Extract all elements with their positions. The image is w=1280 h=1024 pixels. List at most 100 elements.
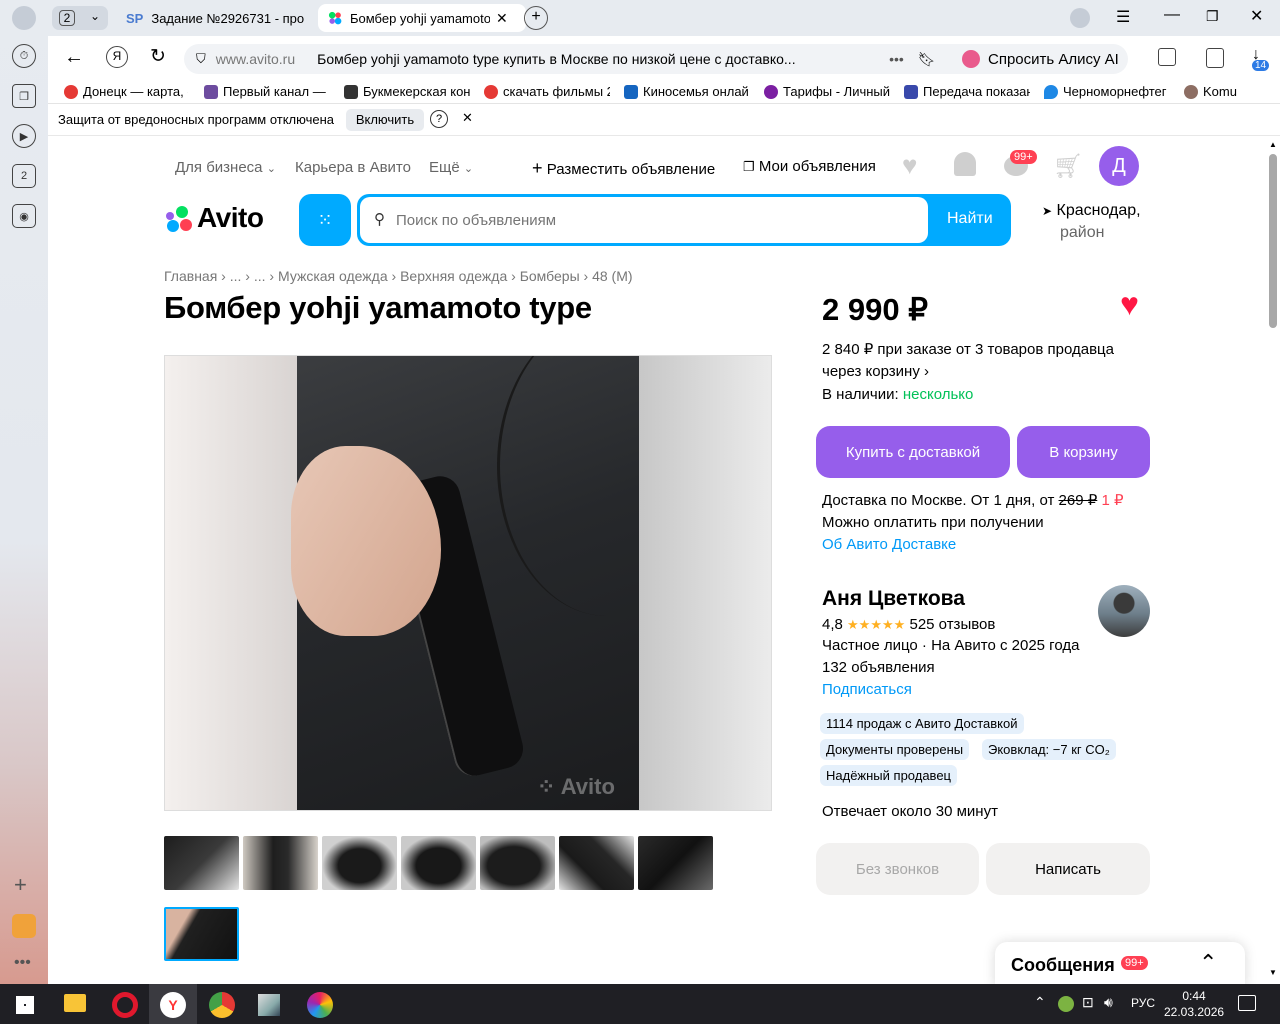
tray-chevron-icon[interactable]: ⌃ bbox=[1034, 994, 1046, 1011]
main-photo[interactable]: ⁘ Avito bbox=[164, 355, 772, 811]
my-ads-link[interactable]: ❐ Мои объявления bbox=[743, 158, 876, 175]
page-scrollbar[interactable]: ▲ ▼ bbox=[1266, 136, 1280, 984]
photo-thumbnail[interactable] bbox=[243, 836, 318, 890]
extensions-icon[interactable] bbox=[1158, 48, 1176, 66]
language-indicator[interactable]: РУС bbox=[1131, 996, 1155, 1010]
breadcrumb-item[interactable]: Главная bbox=[164, 268, 217, 284]
new-tab-icon[interactable]: + bbox=[524, 6, 548, 30]
close-window-icon[interactable]: ✕ bbox=[1250, 6, 1263, 26]
tabs-count-icon[interactable]: 2 bbox=[12, 164, 36, 188]
photo-thumbnail[interactable] bbox=[638, 836, 713, 890]
notifications-icon[interactable] bbox=[1238, 995, 1256, 1011]
more-icon[interactable]: ••• bbox=[889, 51, 904, 67]
address-bar[interactable]: ⛉ www.avito.ru Бомбер yohji yamamoto typ… bbox=[184, 44, 994, 74]
location-selector[interactable]: ➤ Краснодар, район bbox=[1042, 200, 1141, 244]
enable-protection-button[interactable]: Включить bbox=[346, 109, 424, 131]
photo-thumbnail[interactable] bbox=[322, 836, 397, 890]
nav-more[interactable]: Ещё ⌄ bbox=[429, 159, 473, 176]
video-icon[interactable]: ▶ bbox=[12, 124, 36, 148]
profile-icon[interactable] bbox=[12, 6, 36, 30]
bookmark-item[interactable]: Передача показан bbox=[904, 84, 1030, 99]
avito-logo[interactable]: Avito bbox=[164, 202, 264, 234]
categories-button[interactable]: ⁙ bbox=[299, 194, 351, 246]
history-icon[interactable]: ⏱ bbox=[12, 44, 36, 68]
bookmark-item[interactable]: Komu bbox=[1184, 84, 1274, 99]
bookmark-item[interactable]: Букмекерская кон bbox=[344, 84, 470, 99]
extension-shield-icon[interactable] bbox=[1206, 48, 1224, 68]
favorite-heart-icon[interactable]: ♥ bbox=[1120, 286, 1139, 323]
yandex-icon[interactable]: Я bbox=[106, 46, 128, 68]
file-explorer-icon[interactable] bbox=[64, 994, 86, 1012]
chrome-icon[interactable] bbox=[209, 992, 235, 1018]
notifications-bell-icon[interactable] bbox=[954, 152, 976, 176]
volume-icon[interactable]: 🔊︎ bbox=[1104, 994, 1113, 1011]
photo-thumbnail[interactable] bbox=[480, 836, 555, 890]
buy-with-delivery-button[interactable]: Купить с доставкой bbox=[816, 426, 1010, 478]
breadcrumb-item[interactable]: Верхняя одежда bbox=[400, 268, 507, 284]
breadcrumb-item[interactable]: Мужская одежда bbox=[278, 268, 388, 284]
mail-icon[interactable] bbox=[12, 914, 36, 938]
nav-business[interactable]: Для бизнеса ⌄ bbox=[175, 159, 276, 176]
bookmark-icon[interactable]: 🔖︎ bbox=[918, 51, 936, 68]
user-avatar[interactable]: Д bbox=[1099, 146, 1139, 186]
breadcrumb-item[interactable]: 48 (M) bbox=[592, 268, 632, 284]
back-icon[interactable]: ← bbox=[64, 46, 84, 69]
seller-rating[interactable]: 4,8 ★★★★★ 525 отзывов bbox=[822, 616, 995, 633]
tray-app-icon[interactable] bbox=[1058, 996, 1074, 1012]
minimize-icon[interactable]: — bbox=[1164, 6, 1180, 24]
close-infobar-icon[interactable]: ✕ bbox=[462, 110, 473, 126]
menu-icon[interactable]: ☰ bbox=[1116, 7, 1130, 27]
scroll-down-icon[interactable]: ▼ bbox=[1269, 968, 1277, 977]
subscribe-link[interactable]: Подписаться bbox=[822, 681, 912, 698]
scrollbar-thumb[interactable] bbox=[1269, 154, 1277, 328]
reload-icon[interactable]: ↻ bbox=[150, 45, 166, 68]
bookmark-item[interactable]: скачать фильмы 2 bbox=[484, 84, 610, 99]
bookmark-item[interactable]: Донецк — карта, с bbox=[64, 84, 188, 99]
no-calls-button[interactable]: Без звонков bbox=[816, 843, 979, 895]
about-delivery-link[interactable]: Об Авито Доставке bbox=[822, 536, 956, 553]
account-icon[interactable] bbox=[1070, 8, 1090, 28]
bookmark-item[interactable]: Киносемья онлай bbox=[624, 84, 750, 99]
seller-name[interactable]: Аня Цветкова bbox=[822, 587, 965, 611]
restore-icon[interactable]: ❐ bbox=[1206, 8, 1219, 25]
bookmark-item[interactable]: Первый канал — с bbox=[204, 84, 326, 99]
bookmark-item[interactable]: Тарифы - Личный bbox=[764, 84, 890, 99]
network-icon[interactable]: ⊡ bbox=[1082, 994, 1094, 1011]
photo-thumbnail[interactable] bbox=[559, 836, 634, 890]
collections-icon[interactable]: ❐ bbox=[12, 84, 36, 108]
bulk-price[interactable]: 2 840 ₽ при заказе от 3 товаров продавца… bbox=[822, 339, 1114, 383]
breadcrumb-item[interactable]: ... bbox=[230, 268, 242, 284]
clock[interactable]: 0:44 22.03.2026 bbox=[1164, 988, 1224, 1020]
help-icon[interactable]: ? bbox=[430, 110, 448, 128]
messages-panel[interactable]: Сообщения 99+ ⌃ bbox=[995, 942, 1245, 984]
app-icon[interactable] bbox=[258, 994, 280, 1016]
photo-thumbnail[interactable] bbox=[401, 836, 476, 890]
seller-avatar[interactable] bbox=[1098, 585, 1150, 637]
photos-icon[interactable] bbox=[307, 992, 333, 1018]
search-button[interactable]: Найти bbox=[947, 210, 993, 228]
add-icon[interactable]: + bbox=[14, 872, 27, 898]
chevron-up-icon[interactable]: ⌃ bbox=[1199, 950, 1217, 976]
breadcrumb-item[interactable]: ... bbox=[254, 268, 266, 284]
close-tab-icon[interactable]: ✕ bbox=[496, 10, 508, 27]
tab-group-counter[interactable]: 2 ⌄ bbox=[52, 6, 108, 30]
screenshot-icon[interactable]: ◉ bbox=[12, 204, 36, 228]
favorites-heart-icon[interactable]: ♥ bbox=[902, 150, 917, 181]
windows-start-icon[interactable] bbox=[16, 996, 34, 1014]
opera-icon[interactable] bbox=[112, 992, 138, 1018]
photo-thumbnail-active[interactable] bbox=[164, 907, 239, 961]
photo-thumbnail[interactable] bbox=[164, 836, 239, 890]
alice-button[interactable]: Спросить Алису AI bbox=[954, 44, 1128, 74]
chevron-down-icon[interactable]: ⌄ bbox=[90, 9, 100, 23]
scroll-up-icon[interactable]: ▲ bbox=[1269, 140, 1277, 149]
search-input[interactable] bbox=[396, 209, 896, 231]
write-message-button[interactable]: Написать bbox=[986, 843, 1150, 895]
tab-avito[interactable]: Бомбер yohji yamamoto ✕ bbox=[318, 4, 526, 32]
more-icon[interactable]: ••• bbox=[14, 954, 31, 972]
search-box[interactable]: ⚲ Найти bbox=[357, 194, 1011, 246]
post-ad-link[interactable]: + Разместить объявление bbox=[532, 158, 715, 179]
nav-career[interactable]: Карьера в Авито bbox=[295, 159, 411, 176]
tab-task[interactable]: SP Задание №2926731 - про bbox=[116, 4, 312, 32]
breadcrumb-item[interactable]: Бомберы bbox=[520, 268, 580, 284]
bookmark-item[interactable]: Черноморнефтег bbox=[1044, 84, 1170, 99]
